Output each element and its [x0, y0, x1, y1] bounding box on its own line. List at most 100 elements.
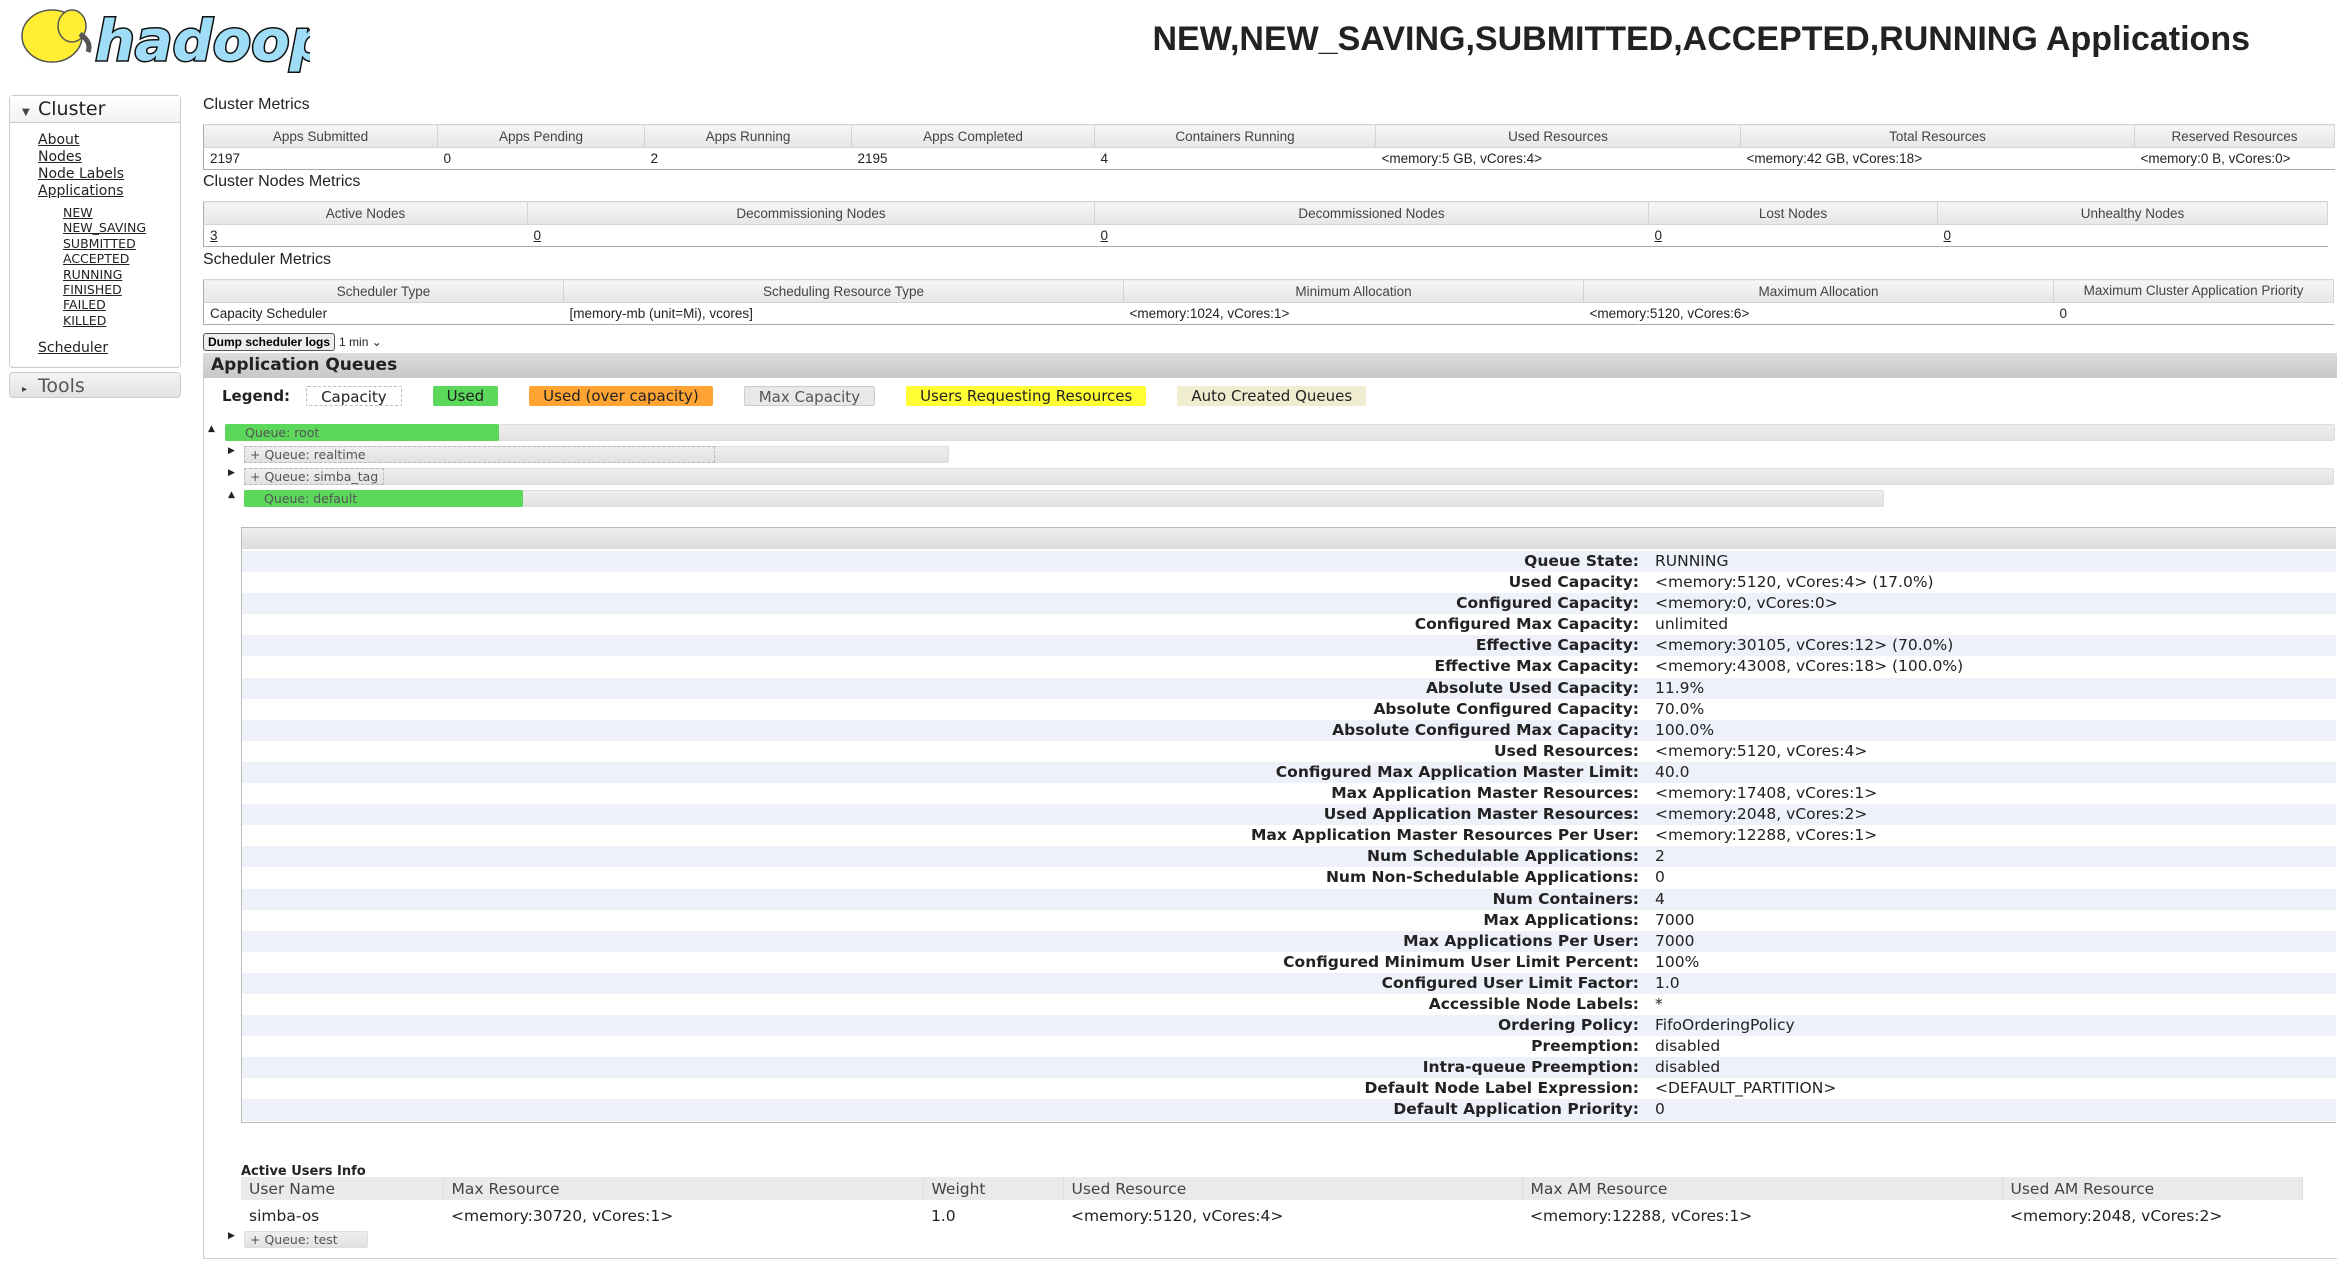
cell: 2195: [851, 147, 1095, 170]
link-new-saving[interactable]: NEW_SAVING: [63, 220, 146, 235]
detail-value: <memory:43008, vCores:18> (100.0%): [1655, 657, 1964, 676]
cell: simba-os: [249, 1207, 320, 1225]
col-header[interactable]: Scheduling Resource Type: [563, 279, 1124, 303]
legend-users-requesting: Users Requesting Resources: [906, 386, 1147, 406]
sidebar: ▼ Cluster About Nodes Node Labels Applica…: [9, 95, 181, 399]
col-header[interactable]: Reserved Resources: [2134, 124, 2335, 148]
col-header[interactable]: Minimum Allocation: [1123, 279, 1584, 303]
col-header[interactable]: Apps Running: [644, 124, 852, 148]
decommissioning-nodes-link[interactable]: 0: [534, 228, 542, 243]
detail-row: Default Application Priority: 0: [242, 1099, 2336, 1121]
link-new[interactable]: NEW: [63, 205, 93, 220]
col-header[interactable]: Containers Running: [1094, 124, 1376, 148]
col-header: Max Resource: [443, 1177, 924, 1200]
lost-nodes-link[interactable]: 0: [1655, 228, 1663, 243]
col-header[interactable]: Used Resources: [1375, 124, 1741, 148]
link-submitted[interactable]: SUBMITTED: [63, 236, 136, 251]
col-header[interactable]: Apps Completed: [851, 124, 1095, 148]
detail-key: Max Application Master Resources:: [1331, 784, 1639, 803]
detail-value: 70.0%: [1655, 699, 1705, 718]
link-applications[interactable]: Applications: [38, 183, 124, 199]
col-header[interactable]: Scheduler Type: [203, 279, 564, 303]
detail-value: disabled: [1655, 1037, 1721, 1056]
application-queues-panel: Legend: Capacity Used Used (over capacit…: [203, 378, 2337, 1259]
col-header: User Name: [241, 1177, 444, 1200]
detail-value: 100.0%: [1655, 720, 1715, 739]
link-scheduler[interactable]: Scheduler: [38, 340, 108, 356]
detail-value: <DEFAULT_PARTITION>: [1655, 1079, 1837, 1098]
detail-value: disabled: [1655, 1058, 1721, 1077]
queue-test[interactable]: + Queue: test: [244, 1231, 368, 1248]
queue-simba-tag[interactable]: + Queue: simba_tag: [244, 468, 2334, 485]
dump-interval-select[interactable]: 1 min ⌄: [339, 335, 382, 349]
detail-key: Num Schedulable Applications:: [1367, 847, 1639, 866]
cluster-header[interactable]: ▼ Cluster: [10, 96, 180, 123]
cell: 0: [2053, 302, 2334, 325]
queue-default[interactable]: Queue: default: [244, 490, 1884, 507]
decommissioned-nodes-link[interactable]: 0: [1101, 228, 1109, 243]
collapse-triangle-icon[interactable]: ▲: [228, 490, 235, 500]
col-header[interactable]: Apps Submitted: [203, 124, 438, 148]
queue-label: + Queue: test: [250, 1232, 338, 1247]
link-killed[interactable]: KILLED: [63, 313, 106, 328]
detail-key: Absolute Configured Max Capacity:: [1332, 720, 1639, 739]
link-node-labels[interactable]: Node Labels: [38, 166, 124, 182]
cell: <memory:5120, vCores:4>: [1071, 1207, 1284, 1225]
dump-scheduler-logs-button[interactable]: Dump scheduler logs: [203, 333, 336, 351]
queue-root[interactable]: Queue: root: [225, 424, 2335, 441]
detail-value: 7000: [1655, 931, 1695, 950]
detail-value: 1.0: [1655, 973, 1680, 992]
detail-key: Effective Max Capacity:: [1434, 657, 1639, 676]
collapse-triangle-icon: ▼: [22, 107, 30, 118]
main-content: Cluster Metrics Apps Submitted Apps Pendi…: [203, 0, 2337, 1274]
link-accepted[interactable]: ACCEPTED: [63, 251, 129, 266]
col-header[interactable]: Maximum Cluster Application Priority: [2053, 279, 2334, 303]
scheduler-metrics-table: Scheduler Type Scheduling Resource Type Mi…: [203, 279, 2334, 325]
detail-key: Used Resources:: [1494, 741, 1639, 760]
col-header[interactable]: Active Nodes: [203, 201, 528, 225]
scheduler-metrics-title: Scheduler Metrics: [203, 251, 332, 268]
detail-key: Num Non-Schedulable Applications:: [1325, 868, 1639, 887]
link-failed[interactable]: FAILED: [63, 297, 106, 312]
tools-label: Tools: [38, 375, 85, 398]
expand-triangle-icon[interactable]: ▶: [228, 446, 235, 456]
queue-realtime[interactable]: + Queue: realtime: [244, 446, 949, 463]
link-running[interactable]: RUNNING: [63, 267, 122, 282]
detail-value: FifoOrderingPolicy: [1655, 1016, 1795, 1035]
cell: <memory:30720, vCores:1>: [451, 1207, 674, 1225]
queue-label: + Queue: simba_tag: [250, 469, 379, 484]
cell: [memory-mb (unit=Mi), vcores]: [563, 302, 1124, 325]
detail-value: <memory:5120, vCores:4> (17.0%): [1655, 573, 1934, 592]
nodes-metrics-table: Active Nodes Decommissioning Nodes Decommi…: [203, 201, 2328, 247]
col-header[interactable]: Decommissioning Nodes: [527, 201, 1095, 225]
table-row: simba-os <memory:30720, vCores:1> 1.0 <memo…: [241, 1200, 2302, 1226]
legend: Legend: Capacity Used Used (over capacit…: [222, 386, 1397, 406]
collapse-triangle-icon[interactable]: ▲: [208, 424, 215, 434]
col-header[interactable]: Lost Nodes: [1648, 201, 1938, 225]
legend-used: Used: [432, 386, 499, 406]
col-header[interactable]: Apps Pending: [437, 124, 645, 148]
link-nodes[interactable]: Nodes: [38, 149, 82, 165]
detail-value: 7000: [1655, 910, 1695, 929]
col-header[interactable]: Maximum Allocation: [1583, 279, 2054, 303]
cell: 4: [1094, 147, 1376, 170]
expand-triangle-icon[interactable]: ▶: [228, 468, 235, 478]
detail-value: *: [1655, 994, 1663, 1013]
detail-key: Configured Max Application Master Limit:: [1275, 762, 1639, 781]
active-nodes-link[interactable]: 3: [210, 228, 218, 243]
col-header[interactable]: Decommissioned Nodes: [1094, 201, 1649, 225]
detail-row: Configured Max Capacity: unlimited: [242, 614, 2336, 635]
link-finished[interactable]: FINISHED: [63, 282, 122, 297]
detail-row: Configured Capacity: <memory:0, vCores:0>: [242, 593, 2336, 615]
col-header[interactable]: Unhealthy Nodes: [1937, 201, 2328, 225]
unhealthy-nodes-link[interactable]: 0: [1944, 228, 1952, 243]
link-about[interactable]: About: [38, 132, 79, 148]
tools-menu[interactable]: ▸ Tools: [9, 372, 181, 399]
dump-interval-value: 1 min: [339, 335, 369, 349]
col-header[interactable]: Total Resources: [1740, 124, 2135, 148]
cell: 2: [644, 147, 852, 170]
detail-value: unlimited: [1655, 615, 1729, 634]
cell: 0: [437, 147, 645, 170]
detail-value: <memory:30105, vCores:12> (70.0%): [1655, 636, 1954, 655]
expand-triangle-icon[interactable]: ▶: [228, 1231, 235, 1241]
